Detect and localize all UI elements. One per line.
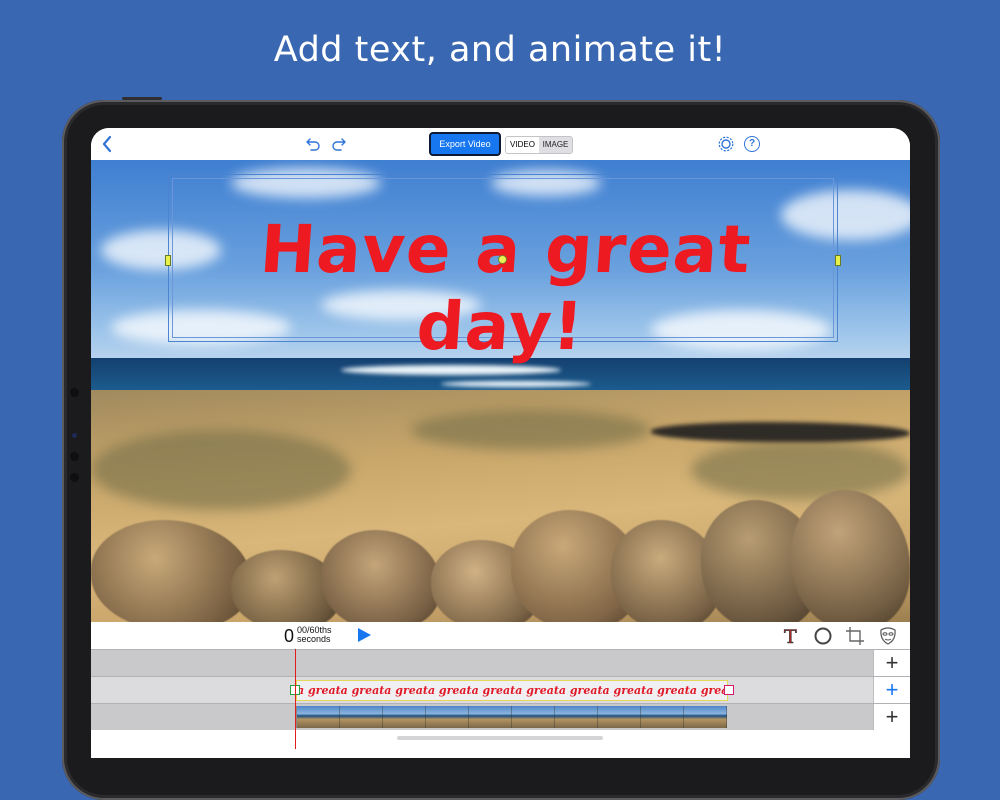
export-video-button[interactable]: Export Video — [429, 132, 501, 156]
app-screen: Export Video VIDEO IMAGE ? Have a great … — [91, 128, 910, 758]
mode-segmented-control: VIDEO IMAGE — [505, 136, 573, 154]
thumbnail — [469, 706, 512, 728]
segment-video[interactable]: VIDEO — [506, 137, 539, 153]
thumbnail — [598, 706, 641, 728]
dark-rock — [651, 422, 910, 442]
thumbnail — [512, 706, 555, 728]
timeline-header: 0 00/60ths seconds T — [91, 622, 910, 649]
play-button[interactable] — [358, 628, 371, 642]
thumbnail — [684, 706, 727, 728]
time-unit-label: seconds — [297, 634, 331, 644]
headline: Add text, and animate it! — [273, 30, 727, 70]
wave-foam — [441, 381, 591, 387]
video-thumbnails — [297, 706, 727, 728]
side-button — [70, 473, 79, 482]
help-icon[interactable]: ? — [744, 136, 760, 152]
center-anchor-handle[interactable] — [498, 255, 507, 264]
thumbnail — [340, 706, 383, 728]
shrub — [691, 440, 910, 500]
top-toolbar: Export Video VIDEO IMAGE ? — [91, 128, 910, 160]
video-clip[interactable] — [296, 706, 727, 728]
camera-dot — [72, 433, 77, 438]
thumbnail — [297, 706, 340, 728]
side-button — [70, 452, 79, 461]
circle-tool-icon[interactable] — [813, 626, 833, 651]
mask-icon[interactable] — [878, 626, 898, 651]
thumbnail — [426, 706, 469, 728]
time-seconds-value: 0 — [284, 626, 295, 646]
text-overlay-box[interactable]: Have a great day! — [165, 174, 841, 365]
add-track-button[interactable]: + — [873, 650, 910, 676]
left-resize-handle[interactable] — [165, 255, 171, 266]
video-track[interactable]: + — [91, 703, 910, 730]
shrub — [411, 410, 651, 450]
thumbnail — [641, 706, 684, 728]
photo-canvas[interactable]: Have a great day! — [91, 160, 910, 622]
wave-foam — [341, 365, 561, 375]
overlay-text[interactable]: Have a great day! — [164, 211, 843, 365]
time-fraction: 00/60ths seconds — [297, 626, 332, 644]
side-button — [70, 388, 79, 397]
add-video-button[interactable]: + — [873, 704, 910, 730]
segment-image[interactable]: IMAGE — [539, 137, 572, 153]
text-clip[interactable]: a greata greata greata greata greata gre… — [296, 680, 728, 701]
playhead[interactable] — [295, 649, 296, 749]
thumbnail — [383, 706, 426, 728]
text-tool-icon[interactable]: T — [781, 626, 801, 651]
shrub — [91, 430, 351, 510]
side-button — [122, 97, 162, 100]
home-indicator — [397, 736, 603, 740]
right-resize-handle[interactable] — [835, 255, 841, 266]
svg-text:T: T — [784, 626, 797, 646]
add-text-button[interactable]: + — [873, 677, 910, 703]
crop-icon[interactable] — [845, 626, 865, 651]
empty-track[interactable]: + — [91, 649, 910, 676]
clip-end-handle[interactable] — [724, 685, 734, 695]
thumbnail — [555, 706, 598, 728]
text-track[interactable]: a greata greata greata greata greata gre… — [91, 676, 910, 703]
